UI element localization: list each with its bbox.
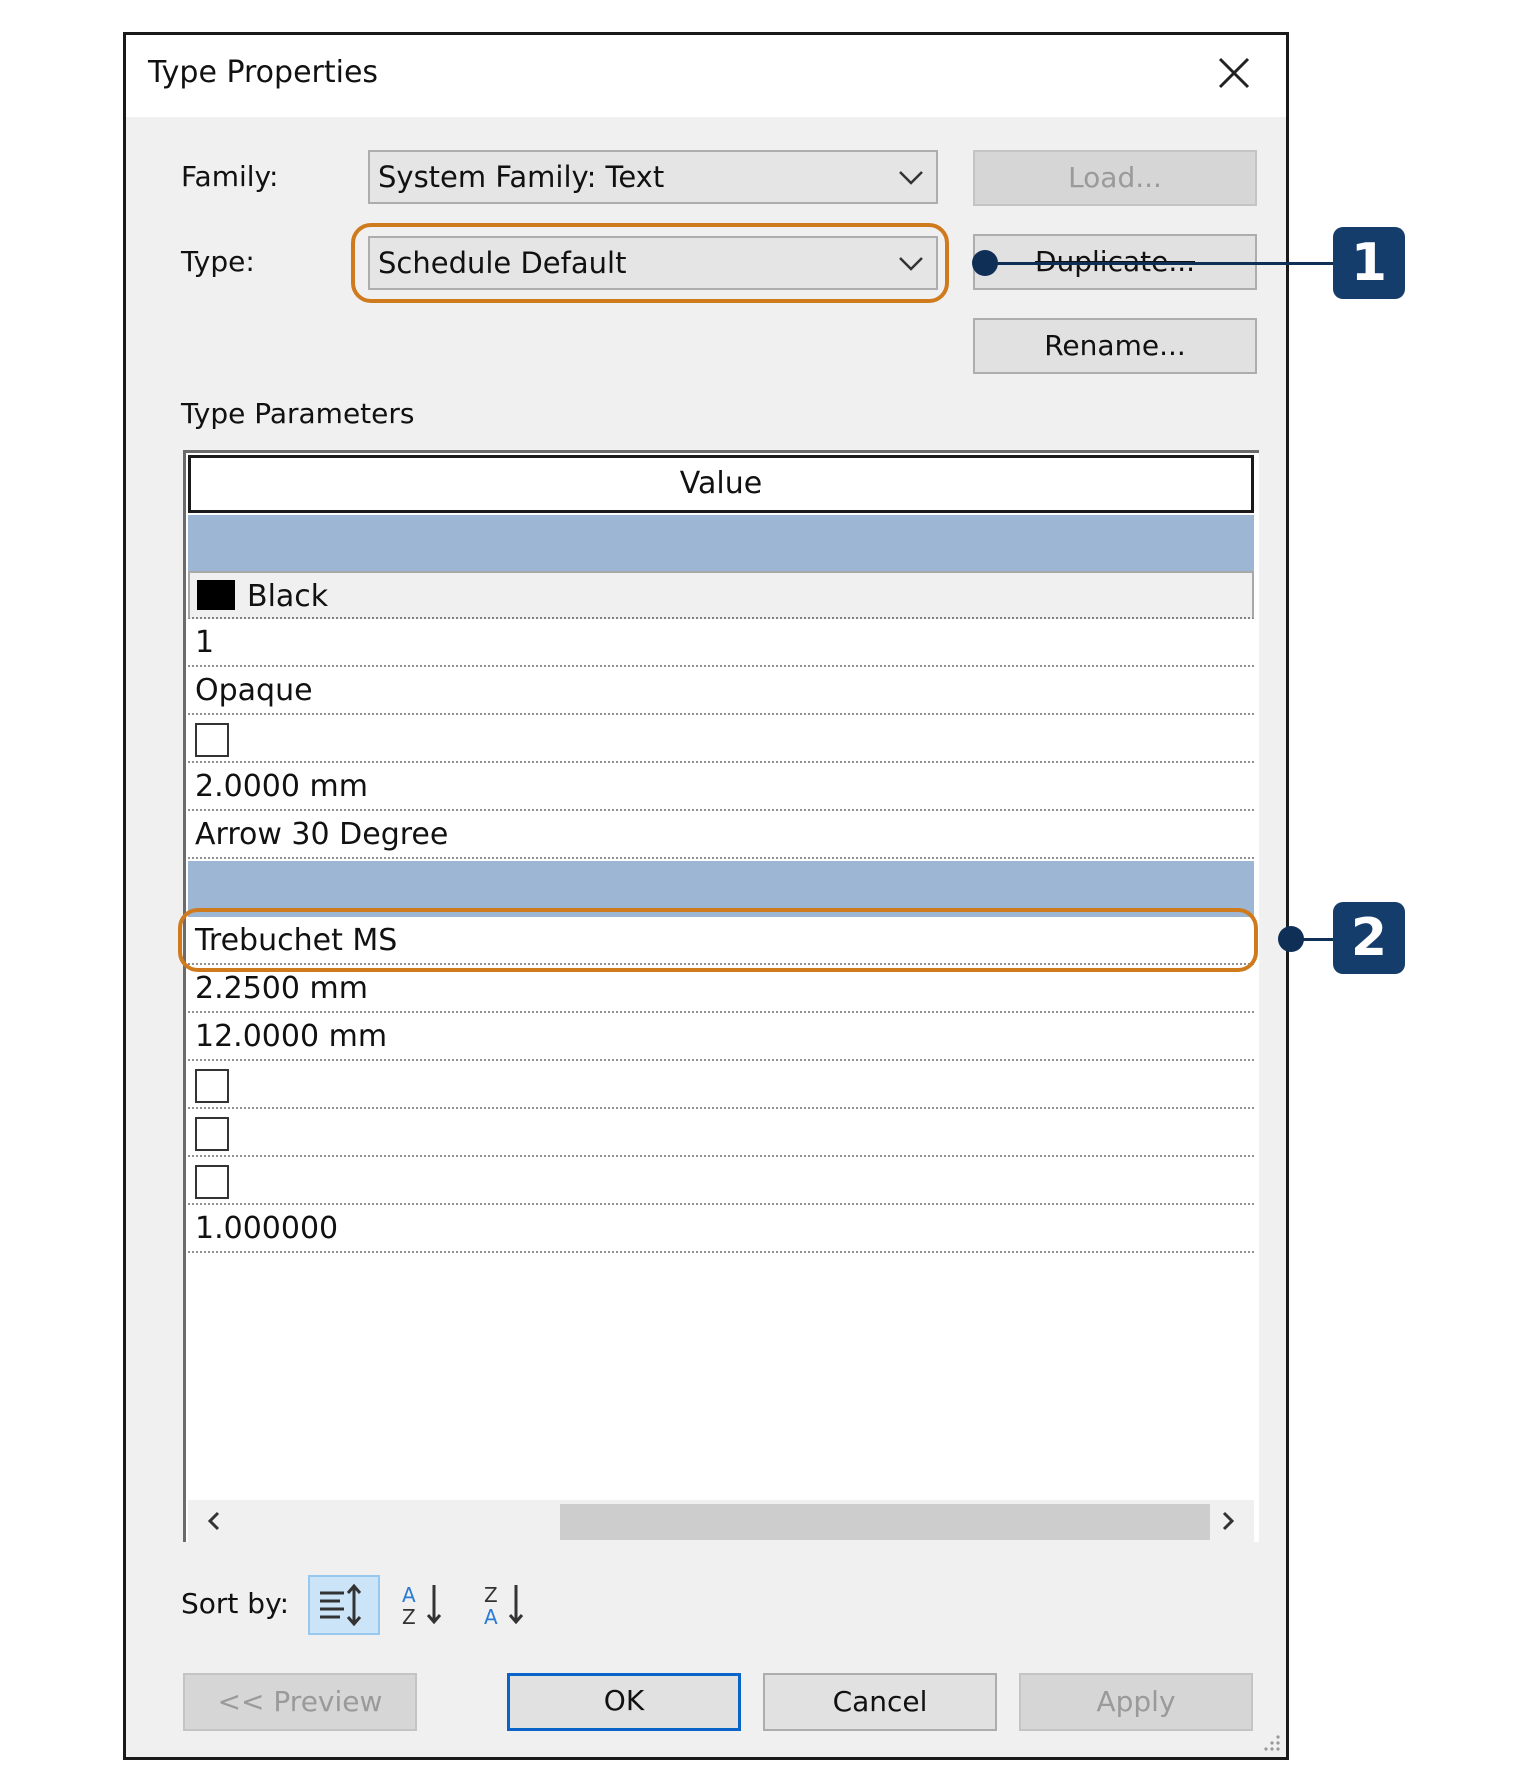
callout-highlight-font [178,908,1258,972]
parameter-value: 1.000000 [195,1211,339,1246]
sort-grouped-button[interactable] [308,1575,380,1635]
svg-text:Z: Z [484,1583,498,1607]
rename-button[interactable]: Rename... [973,318,1257,374]
callout-leader-line [1291,938,1333,941]
sort-descending-icon: Z A [484,1583,524,1629]
parameter-row-checkbox [188,1109,1254,1157]
callout-badge-2: 2 [1333,902,1405,974]
sort-by-label: Sort by: [181,1587,290,1620]
parameter-group-header[interactable] [188,515,1254,571]
callout-leader-line [985,262,1333,265]
sort-ascending-button[interactable]: A Z [392,1575,464,1635]
load-button[interactable]: Load... [973,150,1257,206]
close-icon[interactable] [1212,51,1256,95]
family-label: Family: [181,160,279,193]
svg-text:Z: Z [402,1605,416,1629]
callout-highlight-type [351,223,949,303]
sort-descending-button[interactable]: Z A [474,1575,546,1635]
title-bar: Type Properties [126,35,1286,117]
parameter-value: 1 [195,625,215,660]
parameter-row[interactable]: Arrow 30 Degree [188,811,1254,859]
type-parameters-label: Type Parameters [181,397,415,430]
resize-grip-icon[interactable] [1260,1731,1282,1753]
checkbox[interactable] [195,1116,229,1151]
parameter-row[interactable]: 2.2500 mm [188,965,1254,1013]
color-swatch [197,580,235,610]
parameter-row-color[interactable]: Black [188,571,1254,619]
ok-button[interactable]: OK [507,1673,741,1731]
chevron-right-icon[interactable] [1210,1504,1246,1538]
chevron-left-icon[interactable] [196,1504,232,1538]
callout-badge-1: 1 [1333,227,1405,299]
preview-button[interactable]: << Preview [183,1673,417,1731]
cancel-button[interactable]: Cancel [763,1673,997,1731]
checkbox[interactable] [195,1164,229,1199]
parameter-row-checkbox [188,1061,1254,1109]
type-label: Type: [181,245,255,278]
parameter-row[interactable]: 12.0000 mm [188,1013,1254,1061]
parameter-value: Arrow 30 Degree [195,817,449,852]
parameter-value: 2.2500 mm [195,971,368,1006]
parameter-row-checkbox [188,715,1254,763]
parameter-row[interactable]: 1.000000 [188,1205,1254,1253]
apply-button[interactable]: Apply [1019,1673,1253,1731]
color-value: Black [247,579,329,614]
checkbox[interactable] [195,722,229,757]
type-parameters-grid: Value Black 1 Opaque 2.0000 mm Arrow 30 … [183,450,1259,1542]
sort-grouped-icon [320,1583,362,1627]
family-dropdown[interactable]: System Family: Text [368,150,938,204]
svg-text:A: A [402,1583,416,1607]
dialog-title: Type Properties [148,55,379,90]
parameter-value: 12.0000 mm [195,1019,388,1054]
scrollbar-thumb[interactable] [560,1504,1210,1540]
value-column-header[interactable]: Value [188,455,1254,513]
family-dropdown-value: System Family: Text [378,160,665,194]
horizontal-scrollbar[interactable] [188,1500,1254,1542]
checkbox[interactable] [195,1068,229,1103]
sort-ascending-icon: A Z [402,1583,442,1629]
parameter-value: 2.0000 mm [195,769,368,804]
chevron-down-icon [899,171,923,185]
svg-text:A: A [484,1605,498,1629]
parameter-row[interactable]: Opaque [188,667,1254,715]
parameter-row[interactable]: 1 [188,619,1254,667]
parameter-row[interactable]: 2.0000 mm [188,763,1254,811]
parameter-row-checkbox [188,1157,1254,1205]
parameter-value: Opaque [195,673,313,708]
